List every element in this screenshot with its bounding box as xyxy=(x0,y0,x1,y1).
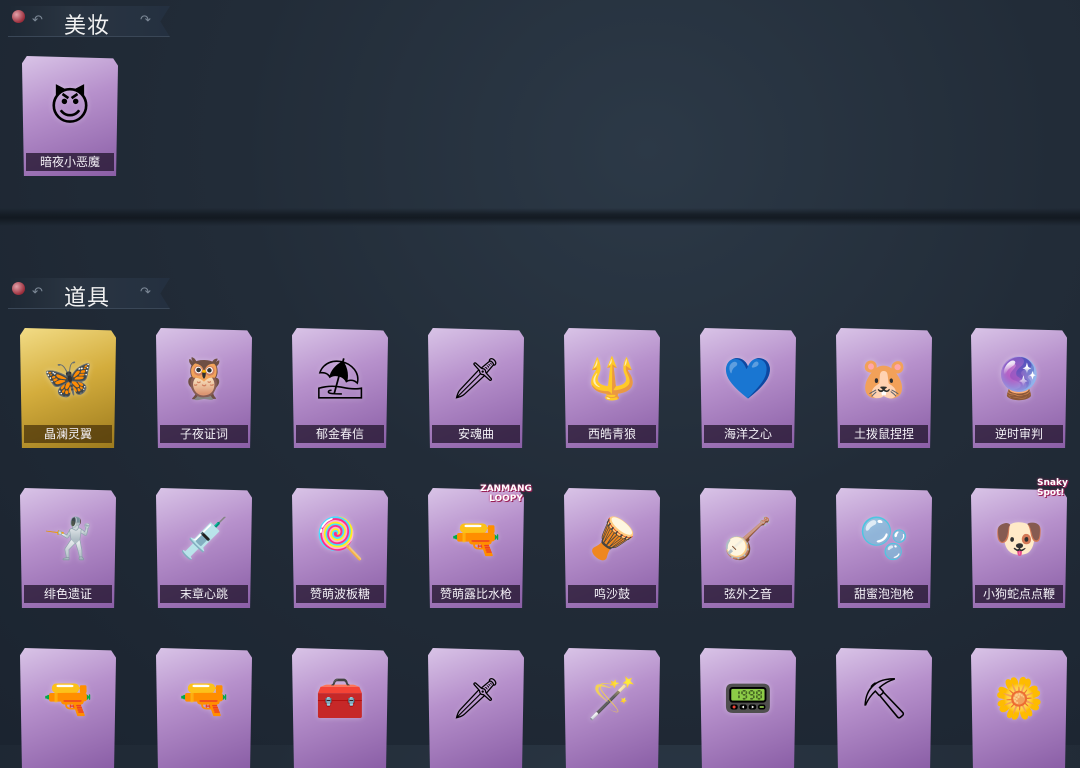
blade-icon: 🗡 xyxy=(450,356,502,402)
item-card[interactable]: 🔮 逆时审判 xyxy=(971,328,1067,448)
item-card[interactable]: 💙 海洋之心 xyxy=(700,328,796,448)
swirl-right-icon: ↷ xyxy=(140,285,151,300)
item-card[interactable]: 🪕 弦外之音 xyxy=(700,488,796,608)
toy-device-icon: 📟 xyxy=(723,676,773,722)
devil-face-icon: 😈 xyxy=(49,84,91,130)
bubble-gun-icon: 🫧 xyxy=(859,516,909,562)
item-card[interactable]: 💉 末章心跳 xyxy=(156,488,252,608)
item-card[interactable]: 🔫 xyxy=(156,648,252,768)
item-card[interactable]: 🐶 小狗蛇点点鞭 xyxy=(971,488,1067,608)
item-card[interactable]: 🤺 绯色遗证 xyxy=(20,488,116,608)
item-card[interactable]: 🗡 xyxy=(428,648,524,768)
item-name-label: 赞萌露比水枪 xyxy=(432,585,520,603)
water-gun-icon: 🔫 xyxy=(451,516,501,562)
shotgun-icon: 🔫 xyxy=(43,676,93,722)
brand-badge: ZANMANG LOOPY xyxy=(480,484,532,504)
magic-wand-icon: 🪄 xyxy=(587,676,637,722)
item-card[interactable]: 📟 xyxy=(700,648,796,768)
first-aid-kit-icon: 🧰 xyxy=(315,676,365,722)
item-name-label: 土拨鼠捏捏 xyxy=(840,425,928,443)
pocket-watch-icon: 🔮 xyxy=(994,356,1044,402)
item-card[interactable]: 🧰 xyxy=(292,648,388,768)
item-card[interactable]: 🔱 西皓青狼 xyxy=(564,328,660,448)
drum-icon: 🪘 xyxy=(587,516,637,562)
item-name-label: 绯色遗证 xyxy=(24,585,112,603)
item-card[interactable]: 🍭 赞萌波板糖 xyxy=(292,488,388,608)
section-header-makeup: ↶ 美妆 ↷ xyxy=(8,6,170,37)
item-card[interactable]: 🐹 土拨鼠捏捏 xyxy=(836,328,932,448)
item-name-label: 海洋之心 xyxy=(704,425,792,443)
swirl-right-icon: ↷ xyxy=(140,13,151,28)
swirl-left-icon: ↶ xyxy=(32,285,43,300)
section-divider xyxy=(0,208,1080,226)
golden-staff-icon: 🔱 xyxy=(587,356,637,402)
hamster-icon: 🐹 xyxy=(859,356,909,402)
item-card[interactable]: 🦋 晶澜灵翼 xyxy=(20,328,116,448)
dog-whip-icon: 🐶 xyxy=(994,516,1044,562)
curved-blade-icon: 🗡 xyxy=(450,676,502,722)
syringe-icon: 💉 xyxy=(179,516,229,562)
item-name-label: 赞萌波板糖 xyxy=(296,585,384,603)
item-name-label: 小狗蛇点点鞭 xyxy=(975,585,1063,603)
item-name-label: 鸣沙鼓 xyxy=(568,585,656,603)
item-name-label: 末章心跳 xyxy=(160,585,248,603)
item-card[interactable]: 🪄 xyxy=(564,648,660,768)
pin-icon xyxy=(12,282,25,295)
item-card[interactable]: ⛏ xyxy=(836,648,932,768)
rapier-icon: 🤺 xyxy=(43,516,93,562)
item-name-label: 安魂曲 xyxy=(432,425,520,443)
swirl-left-icon: ↶ xyxy=(32,13,43,28)
item-card[interactable]: 🔫 xyxy=(20,648,116,768)
item-name-label: 郁金春信 xyxy=(296,425,384,443)
parasol-icon: ⛱ xyxy=(314,356,366,402)
owl-doll-icon: 🦉 xyxy=(179,356,229,402)
item-name-label: 晶澜灵翼 xyxy=(24,425,112,443)
item-card[interactable]: 🪘 鸣沙鼓 xyxy=(564,488,660,608)
crystal-wings-icon: 🦋 xyxy=(43,356,93,402)
section-title-props: 道具 xyxy=(64,286,111,311)
item-card[interactable]: 🫧 甜蜜泡泡枪 xyxy=(836,488,932,608)
item-card[interactable]: 🌼 xyxy=(971,648,1067,768)
lute-icon: 🪕 xyxy=(723,516,773,562)
item-name-label: 弦外之音 xyxy=(704,585,792,603)
item-name-label: 西皓青狼 xyxy=(568,425,656,443)
item-card[interactable]: 🗡 安魂曲 xyxy=(428,328,524,448)
brand-badge: Snaky Spot! xyxy=(1037,478,1068,498)
flower-pendant-icon: 🌼 xyxy=(994,676,1044,722)
revolver-icon: 🔫 xyxy=(179,676,229,722)
item-name-label: 暗夜小恶魔 xyxy=(26,153,114,171)
section-header-props: ↶ 道具 ↷ xyxy=(8,278,170,309)
lollipop-icon: 🍭 xyxy=(315,516,365,562)
item-name-label: 逆时审判 xyxy=(975,425,1063,443)
item-card[interactable]: 🔫 赞萌露比水枪 xyxy=(428,488,524,608)
item-name-label: 子夜证词 xyxy=(160,425,248,443)
item-name-label: 甜蜜泡泡枪 xyxy=(840,585,928,603)
item-card[interactable]: ⛱ 郁金春信 xyxy=(292,328,388,448)
item-card[interactable]: 😈 暗夜小恶魔 xyxy=(22,56,118,176)
item-card[interactable]: 🦉 子夜证词 xyxy=(156,328,252,448)
shovel-icon: ⛏ xyxy=(858,676,910,722)
pin-icon xyxy=(12,10,25,23)
section-title-makeup: 美妆 xyxy=(64,14,111,39)
heart-gem-icon: 💙 xyxy=(723,356,773,402)
